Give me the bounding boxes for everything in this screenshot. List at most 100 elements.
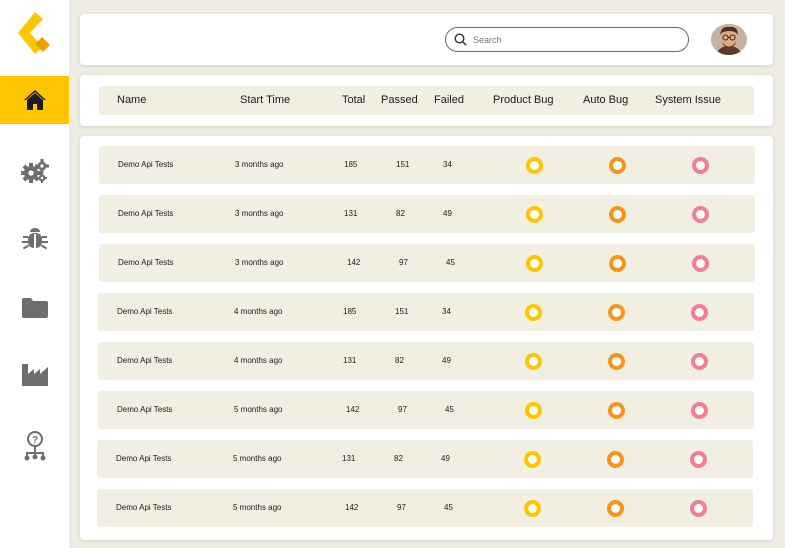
sidebar-item-help[interactable]: ? xyxy=(0,422,69,470)
table-row[interactable]: Demo Api Tests 5 months ago 131 82 49 xyxy=(97,440,753,478)
product-bug-indicator[interactable] xyxy=(525,353,542,370)
row-failed: 49 xyxy=(441,454,450,463)
system-issue-indicator[interactable] xyxy=(691,402,708,419)
column-header-failed[interactable]: Failed xyxy=(434,86,464,115)
row-name: Demo Api Tests xyxy=(116,503,172,512)
svg-text:?: ? xyxy=(31,435,37,446)
row-passed: 82 xyxy=(395,356,404,365)
row-failed: 49 xyxy=(443,209,452,218)
row-total: 185 xyxy=(344,160,358,169)
gears-icon xyxy=(20,159,49,183)
product-bug-indicator[interactable] xyxy=(525,402,542,419)
system-issue-indicator[interactable] xyxy=(691,304,708,321)
auto-bug-indicator[interactable] xyxy=(609,157,626,174)
sidebar-item-factory[interactable] xyxy=(0,351,69,399)
column-header-name[interactable]: Name xyxy=(117,86,146,115)
user-avatar[interactable] xyxy=(711,24,747,55)
column-header-total[interactable]: Total xyxy=(342,86,365,115)
row-passed: 151 xyxy=(395,307,409,316)
avatar-photo-icon xyxy=(711,24,747,55)
table-row[interactable]: Demo Api Tests 3 months ago 185 151 34 xyxy=(99,146,755,184)
auto-bug-indicator[interactable] xyxy=(609,255,626,272)
home-icon xyxy=(23,90,46,110)
row-passed: 151 xyxy=(396,160,410,169)
row-name: Demo Api Tests xyxy=(118,258,174,267)
row-passed: 97 xyxy=(399,258,408,267)
column-header-passed[interactable]: Passed xyxy=(381,86,418,115)
table-header-card: Name Start Time Total Passed Failed Prod… xyxy=(80,75,773,126)
row-total: 131 xyxy=(344,209,358,218)
column-header-system-issue[interactable]: System Issue xyxy=(655,86,721,115)
row-start-time: 3 months ago xyxy=(235,258,284,267)
row-total: 142 xyxy=(347,258,361,267)
row-start-time: 4 months ago xyxy=(234,307,283,316)
row-passed: 97 xyxy=(398,405,407,414)
table-body-card: Demo Api Tests 3 months ago 185 151 34 D… xyxy=(80,136,773,540)
row-name: Demo Api Tests xyxy=(118,160,174,169)
row-start-time: 3 months ago xyxy=(235,209,284,218)
auto-bug-indicator[interactable] xyxy=(608,304,625,321)
row-start-time: 5 months ago xyxy=(233,454,282,463)
auto-bug-indicator[interactable] xyxy=(609,206,626,223)
row-failed: 45 xyxy=(444,503,453,512)
table-header: Name Start Time Total Passed Failed Prod… xyxy=(99,86,754,115)
system-issue-indicator[interactable] xyxy=(690,451,707,468)
product-bug-indicator[interactable] xyxy=(524,451,541,468)
auto-bug-indicator[interactable] xyxy=(608,353,625,370)
row-failed: 49 xyxy=(442,356,451,365)
table-row[interactable]: Demo Api Tests 3 months ago 142 97 45 xyxy=(99,244,755,282)
row-name: Demo Api Tests xyxy=(117,356,173,365)
table-row[interactable]: Demo Api Tests 4 months ago 185 151 34 xyxy=(98,293,754,331)
row-failed: 45 xyxy=(446,258,455,267)
row-total: 131 xyxy=(343,356,357,365)
table-row[interactable]: Demo Api Tests 5 months ago 142 97 45 xyxy=(97,489,753,527)
top-header xyxy=(80,14,773,65)
logo-chevron-icon xyxy=(18,12,50,54)
sidebar-item-settings[interactable] xyxy=(0,147,69,195)
sidebar-item-home[interactable] xyxy=(0,76,69,124)
table-row[interactable]: Demo Api Tests 4 months ago 131 82 49 xyxy=(98,342,754,380)
product-bug-indicator[interactable] xyxy=(526,255,543,272)
row-start-time: 3 months ago xyxy=(235,160,284,169)
row-start-time: 4 months ago xyxy=(234,356,283,365)
search-input[interactable] xyxy=(473,34,673,45)
sidebar-item-folders[interactable] xyxy=(0,284,69,332)
system-issue-indicator[interactable] xyxy=(692,157,709,174)
auto-bug-indicator[interactable] xyxy=(608,402,625,419)
system-issue-indicator[interactable] xyxy=(690,500,707,517)
row-total: 142 xyxy=(346,405,360,414)
row-passed: 97 xyxy=(397,503,406,512)
row-failed: 45 xyxy=(445,405,454,414)
column-header-start-time[interactable]: Start Time xyxy=(240,86,290,115)
factory-icon xyxy=(21,364,48,386)
product-bug-indicator[interactable] xyxy=(525,304,542,321)
row-total: 185 xyxy=(343,307,357,316)
column-header-product-bug[interactable]: Product Bug xyxy=(493,86,554,115)
system-issue-indicator[interactable] xyxy=(692,206,709,223)
row-failed: 34 xyxy=(442,307,451,316)
row-name: Demo Api Tests xyxy=(117,405,173,414)
system-issue-indicator[interactable] xyxy=(692,255,709,272)
search-icon xyxy=(454,33,467,46)
product-bug-indicator[interactable] xyxy=(526,206,543,223)
row-passed: 82 xyxy=(396,209,405,218)
row-name: Demo Api Tests xyxy=(118,209,174,218)
table-row[interactable]: Demo Api Tests 5 months ago 142 97 45 xyxy=(98,391,754,429)
sidebar-item-bugs[interactable] xyxy=(0,215,69,263)
row-total: 142 xyxy=(345,503,359,512)
folder-icon xyxy=(21,298,48,318)
column-header-auto-bug[interactable]: Auto Bug xyxy=(583,86,628,115)
help-hierarchy-icon: ? xyxy=(24,431,45,461)
row-name: Demo Api Tests xyxy=(117,307,173,316)
table-row[interactable]: Demo Api Tests 3 months ago 131 82 49 xyxy=(99,195,755,233)
product-bug-indicator[interactable] xyxy=(524,500,541,517)
row-failed: 34 xyxy=(443,160,452,169)
system-issue-indicator[interactable] xyxy=(691,353,708,370)
product-bug-indicator[interactable] xyxy=(526,157,543,174)
auto-bug-indicator[interactable] xyxy=(607,451,624,468)
row-start-time: 5 months ago xyxy=(234,405,283,414)
sidebar: ? xyxy=(0,0,69,548)
row-passed: 82 xyxy=(394,454,403,463)
search-box[interactable] xyxy=(445,27,689,52)
auto-bug-indicator[interactable] xyxy=(607,500,624,517)
